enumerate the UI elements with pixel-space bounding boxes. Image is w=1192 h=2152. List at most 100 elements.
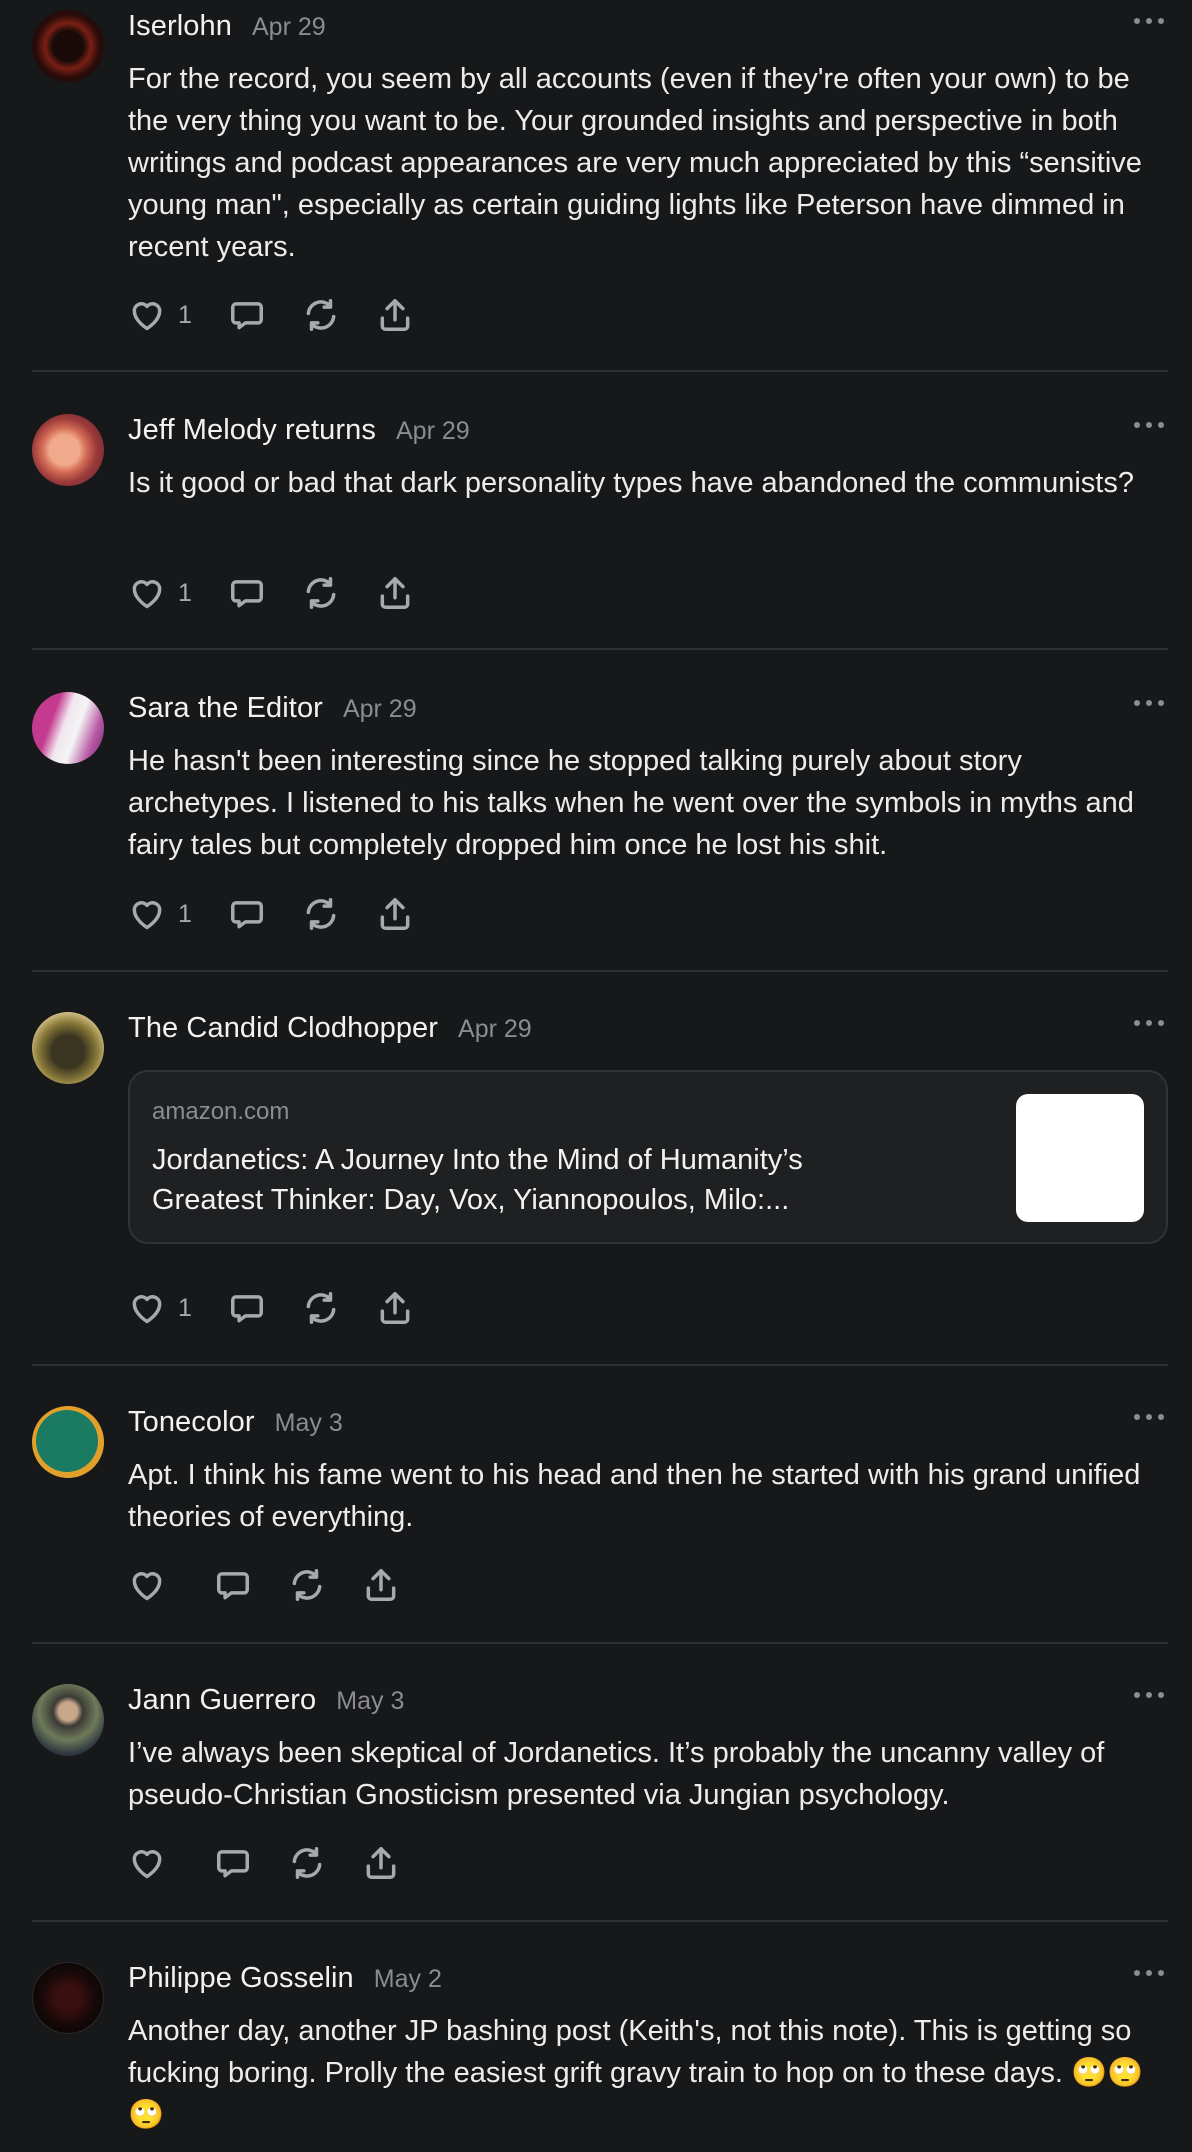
like-button[interactable]: 1 (128, 574, 192, 612)
share-button[interactable] (376, 1289, 414, 1327)
post-actions: 1 (128, 293, 414, 337)
link-domain: amazon.com (152, 1098, 290, 1125)
comment-button[interactable] (228, 895, 266, 933)
restack-icon (306, 299, 336, 331)
author-name[interactable]: Philippe Gosselin (128, 1962, 354, 1995)
heart-icon (132, 580, 162, 609)
post-date[interactable]: Apr 29 (252, 13, 326, 42)
divider (32, 1920, 1168, 1922)
comment-icon (217, 1850, 249, 1878)
comment-post: Jeff Melody returns Apr 29 Is it good or… (32, 404, 1168, 648)
more-options-icon[interactable] (1134, 422, 1164, 432)
share-button[interactable] (376, 296, 414, 334)
restack-icon (306, 1292, 336, 1324)
post-actions: 1 (128, 892, 414, 936)
like-button[interactable]: 1 (128, 1289, 192, 1327)
comment-icon (230, 1295, 263, 1323)
avatar[interactable] (32, 414, 104, 486)
avatar[interactable] (32, 1406, 104, 1478)
share-icon (380, 577, 410, 609)
share-icon (380, 299, 410, 331)
author-name[interactable]: The Candid Clodhopper (128, 1012, 438, 1045)
post-date[interactable]: Apr 29 (396, 417, 470, 446)
post-date[interactable]: May 3 (336, 1687, 404, 1716)
comment-button[interactable] (228, 1289, 266, 1327)
post-actions: 1 (128, 571, 414, 615)
comment-post: Sara the Editor Apr 29 He hasn't been in… (32, 682, 1168, 970)
heart-icon (132, 1572, 162, 1601)
post-text: Apt. I think his fame went to his head a… (128, 1459, 1141, 1533)
like-count: 1 (178, 1293, 192, 1322)
author-name[interactable]: Jann Guerrero (128, 1684, 316, 1717)
author-name[interactable]: Tonecolor (128, 1406, 255, 1439)
post-text: Is it good or bad that dark personality … (128, 467, 1134, 499)
like-button[interactable]: 1 (128, 895, 192, 933)
avatar[interactable] (32, 692, 104, 764)
restack-button[interactable] (302, 1289, 340, 1327)
post-text: For the record, you seem by all accounts… (128, 63, 1142, 263)
post-date[interactable]: May 2 (374, 1965, 442, 1994)
share-icon (366, 1847, 396, 1879)
more-options-icon[interactable] (1134, 1414, 1164, 1424)
restack-icon (292, 1569, 322, 1601)
avatar[interactable] (32, 1962, 104, 2034)
share-button[interactable] (362, 1844, 400, 1882)
heart-icon (132, 1850, 162, 1879)
post-date[interactable]: Apr 29 (343, 695, 417, 724)
link-title: Jordanetics: A Journey Into the Mind of … (152, 1144, 803, 1216)
more-options-icon[interactable] (1134, 1970, 1164, 1980)
post-text: I’ve always been skeptical of Jordanetic… (128, 1737, 1105, 1811)
divider (32, 370, 1168, 372)
more-options-icon[interactable] (1134, 700, 1164, 710)
restack-icon (306, 577, 336, 609)
share-icon (380, 898, 410, 930)
post-actions (128, 1563, 400, 1607)
avatar[interactable] (32, 10, 104, 82)
author-name[interactable]: Iserlohn (128, 10, 232, 43)
comment-button[interactable] (228, 296, 266, 334)
heart-icon (132, 1295, 162, 1324)
avatar[interactable] (32, 1012, 104, 1084)
post-actions: 1 (128, 1286, 414, 1330)
comment-button[interactable] (214, 1844, 252, 1882)
share-button[interactable] (376, 895, 414, 933)
post-date[interactable]: May 3 (275, 1409, 343, 1438)
more-options-icon[interactable] (1134, 1020, 1164, 1030)
divider (32, 1364, 1168, 1366)
restack-button[interactable] (302, 574, 340, 612)
share-icon (380, 1292, 410, 1324)
share-button[interactable] (376, 574, 414, 612)
more-options-icon[interactable] (1134, 18, 1164, 28)
like-button[interactable]: 1 (128, 296, 192, 334)
restack-button[interactable] (302, 895, 340, 933)
share-button[interactable] (362, 1566, 400, 1604)
post-date[interactable]: Apr 29 (458, 1015, 532, 1044)
comment-post: Tonecolor May 3 Apt. I think his fame we… (32, 1396, 1168, 1642)
avatar[interactable] (32, 1684, 104, 1756)
restack-button[interactable] (288, 1844, 326, 1882)
comment-button[interactable] (228, 574, 266, 612)
comment-post: Jann Guerrero May 3 I’ve always been ske… (32, 1674, 1168, 1920)
comment-icon (230, 901, 263, 929)
like-button[interactable] (128, 1566, 178, 1604)
heart-icon (132, 302, 162, 331)
like-count: 1 (178, 899, 192, 928)
comment-post: Philippe Gosselin May 2 Another day, ano… (32, 1952, 1168, 2152)
link-thumbnail (1016, 1094, 1144, 1222)
restack-icon (292, 1847, 322, 1879)
like-count: 1 (178, 300, 192, 329)
link-preview-card[interactable]: amazon.com Jordanetics: A Journey Into t… (128, 1070, 1168, 1244)
author-name[interactable]: Sara the Editor (128, 692, 323, 725)
divider (32, 1642, 1168, 1644)
comment-icon (230, 580, 263, 608)
author-name[interactable]: Jeff Melody returns (128, 414, 376, 447)
like-button[interactable] (128, 1844, 178, 1882)
comment-icon (217, 1572, 249, 1600)
restack-button[interactable] (302, 296, 340, 334)
more-options-icon[interactable] (1134, 1692, 1164, 1702)
restack-button[interactable] (288, 1566, 326, 1604)
comment-button[interactable] (214, 1566, 252, 1604)
post-actions (128, 1841, 400, 1885)
comment-post: The Candid Clodhopper Apr 29 amazon.com … (32, 1002, 1168, 1362)
like-count: 1 (178, 578, 192, 607)
